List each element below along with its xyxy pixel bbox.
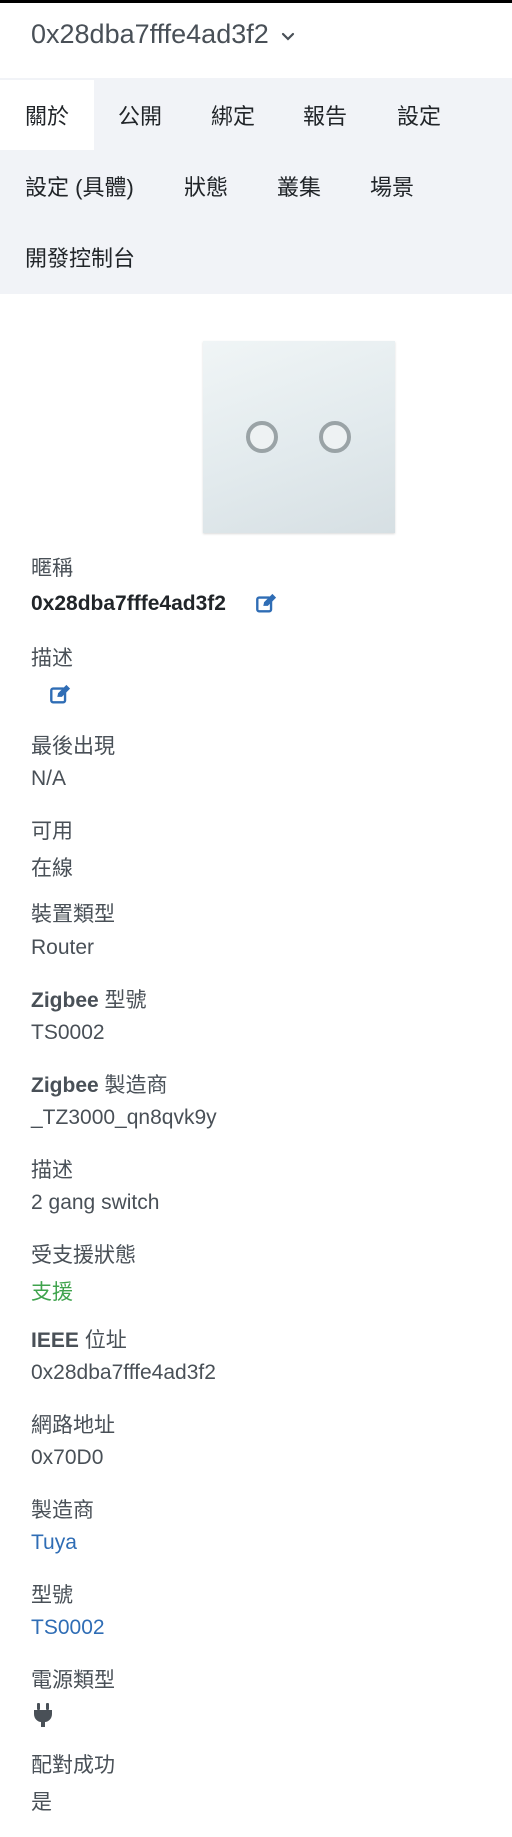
edit-nickname-icon[interactable] [255,593,277,615]
support-status-value: 支援 [31,1281,73,1304]
device-tabs: 關於 公開 綁定 報告 設定 設定 (具體) 狀態 叢集 場景 開發控制台 [0,78,512,294]
support-status-label: 受支援狀態 [31,1244,136,1267]
power-type-label: 電源類型 [31,1669,115,1692]
tab-settings[interactable]: 設定 [397,80,441,150]
zigbee-model-value: TS0002 [31,1021,105,1044]
ieee-address-value: 0x28dba7fffe4ad3f2 [31,1361,216,1384]
interview-label: 配對成功 [31,1754,115,1777]
device-type-label: 裝置類型 [31,903,115,926]
device-type-value: Router [31,936,95,959]
plug-icon [34,1703,52,1727]
manufacturer-label: 製造商 [31,1499,94,1522]
tab-scene[interactable]: 場景 [370,151,414,221]
description2-label: 描述 [31,1159,73,1182]
tab-exposes[interactable]: 公開 [118,80,162,150]
tab-dev-console[interactable]: 開發控制台 [25,222,135,292]
interview-value: 是 [31,1791,52,1814]
manufacturer-link[interactable]: Tuya [31,1531,77,1555]
tab-state[interactable]: 狀態 [184,151,228,221]
nickname-value: 0x28dba7fffe4ad3f2 [31,592,226,615]
tab-clusters[interactable]: 叢集 [277,151,321,221]
zigbee-manufacturer-label: Zigbee 製造商 [31,1074,168,1097]
availability-label: 可用 [31,820,73,843]
tab-bind[interactable]: 綁定 [211,80,255,150]
description2-value: 2 gang switch [31,1191,160,1214]
tab-about[interactable]: 關於 [0,80,94,150]
ieee-address-label: IEEE 位址 [31,1329,127,1352]
device-name: 0x28dba7fffe4ad3f2 [31,19,269,49]
chevron-down-icon [281,32,294,41]
network-address-value: 0x70D0 [31,1446,104,1469]
network-address-label: 網路地址 [31,1414,115,1437]
edit-description-icon[interactable] [49,684,71,706]
last-seen-label: 最後出現 [31,735,115,758]
device-image [203,341,395,533]
zigbee-model-label: Zigbee 型號 [31,989,147,1012]
zigbee-manufacturer-value: _TZ3000_qn8qvk9y [31,1106,217,1129]
availability-value: 在線 [31,857,73,880]
switch-button-1-icon [246,421,278,453]
device-selector[interactable]: 0x28dba7fffe4ad3f2 [31,19,295,50]
tab-reporting[interactable]: 報告 [303,80,347,150]
description-label: 描述 [31,647,73,670]
page-header: 0x28dba7fffe4ad3f2 [0,3,512,66]
tab-settings-specific[interactable]: 設定 (具體) [25,151,134,221]
switch-button-2-icon [319,421,351,453]
last-seen-value: N/A [31,767,67,790]
model-label: 型號 [31,1584,73,1607]
model-link[interactable]: TS0002 [31,1616,105,1640]
nickname-label: 暱稱 [31,557,73,580]
